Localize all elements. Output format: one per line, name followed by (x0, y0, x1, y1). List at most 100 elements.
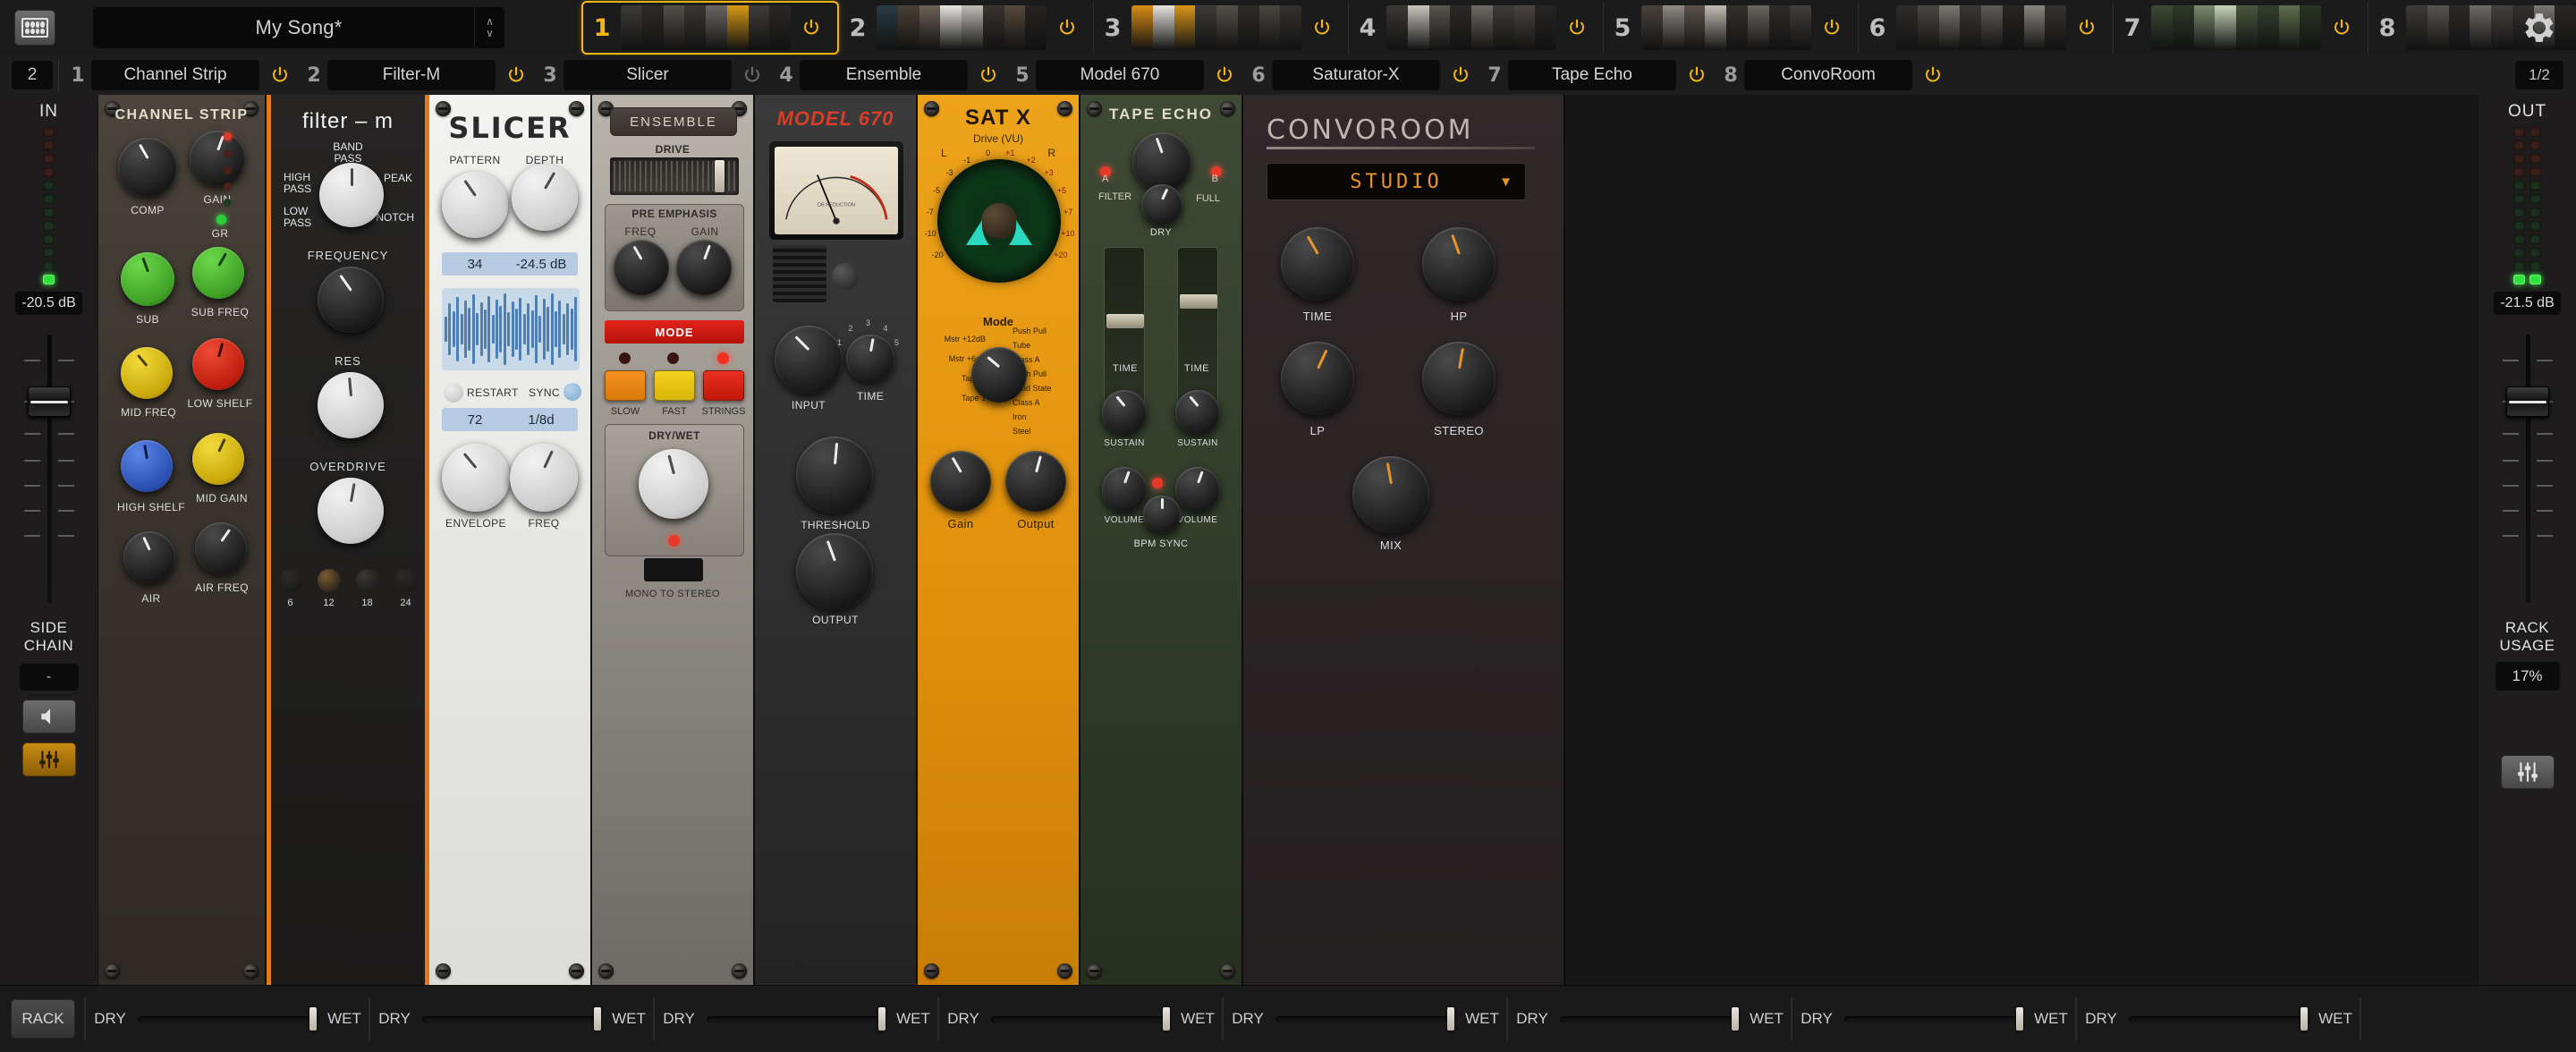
overdrive-knob[interactable] (318, 478, 384, 544)
drive-slider[interactable] (610, 157, 739, 195)
mid-gain-knob[interactable] (192, 433, 244, 485)
low-shelf-gain-knob[interactable] (121, 347, 173, 399)
dry-wet-slider-5[interactable]: DRY WET (1224, 998, 1506, 1039)
rack-tab-power-button[interactable] (1310, 16, 1334, 39)
plugin-slot-3[interactable]: 3 Slicer (537, 59, 773, 91)
input-knob[interactable] (1132, 132, 1191, 191)
pole-button-18[interactable]: 18 (355, 569, 379, 608)
dry-wet-slider-1[interactable]: DRY WET (86, 998, 369, 1039)
plugin-slot-6[interactable]: 6 Saturator-X (1245, 59, 1481, 91)
sub-freq-knob[interactable] (192, 247, 244, 299)
eq-view-button[interactable] (21, 742, 76, 776)
fader-handle[interactable] (27, 386, 71, 417)
pole-button-24[interactable]: 24 (394, 569, 418, 608)
volume-knob-left[interactable] (1102, 467, 1147, 512)
plugin-slot-power-button[interactable] (1449, 64, 1472, 87)
slicer-waveform-display[interactable] (442, 288, 580, 370)
mid-freq-knob[interactable] (121, 440, 173, 492)
sustain-knob-right[interactable] (1175, 390, 1220, 435)
rack-tab-power-button[interactable] (2330, 16, 2353, 39)
sync-toggle[interactable] (564, 383, 581, 401)
time-knob[interactable] (1281, 227, 1354, 301)
plugin-slot-8[interactable]: 8 ConvoRoom (1717, 59, 1953, 91)
mix-slider[interactable] (2129, 1007, 2308, 1031)
time-slider-right-handle[interactable] (1180, 294, 1217, 309)
dry-wet-slider-2[interactable]: DRY WET (370, 998, 653, 1039)
plugin-slot-name[interactable]: Saturator-X (1272, 60, 1440, 90)
mix-knob[interactable] (1352, 456, 1429, 533)
song-preset-selector[interactable]: My Song* ∧ ∨ (93, 7, 504, 48)
pole-button-6[interactable]: 6 (278, 569, 302, 608)
preset-display[interactable]: STUDIO ▼ (1267, 163, 1526, 200)
stereo-knob[interactable] (1422, 342, 1496, 415)
plugin-slot-power-button[interactable] (268, 64, 292, 87)
mode-button-slow[interactable] (605, 370, 646, 401)
plugin-slot-power-button[interactable] (1685, 64, 1708, 87)
fader-handle[interactable] (2505, 386, 2549, 417)
song-stepper[interactable]: ∧ ∨ (474, 7, 504, 48)
plugin-slot-name[interactable]: ConvoRoom (1744, 60, 1912, 90)
plugin-slot-power-button[interactable] (1213, 64, 1236, 87)
depth-value[interactable]: -24.5 dB (504, 252, 578, 276)
rack-tab-5[interactable]: 5 (1604, 2, 1859, 54)
threshold-knob[interactable] (796, 437, 873, 513)
mix-slider[interactable] (991, 1007, 1170, 1031)
envelope-knob[interactable] (442, 444, 510, 512)
plugin-ensemble[interactable]: ENSEMBLE DRIVE PRE EMPHASIS FREQ GAIN MO… (592, 95, 755, 985)
mode-button-fast[interactable] (654, 370, 695, 401)
res-knob[interactable] (318, 372, 384, 438)
sub-knob[interactable] (121, 252, 174, 306)
rack-tab-power-button[interactable] (1565, 16, 1589, 39)
stepper-down-icon[interactable]: ∨ (486, 28, 494, 39)
restart-value[interactable]: 72 (442, 408, 508, 431)
rack-tab-4[interactable]: 4 (1349, 2, 1604, 54)
sidechain-listen-button[interactable] (21, 700, 76, 734)
plugin-slot-1[interactable]: 1 Channel Strip (64, 59, 301, 91)
dry-wet-slider-6[interactable]: DRY WET (1508, 998, 1791, 1039)
pre-freq-knob[interactable] (614, 240, 669, 295)
rack-tab-power-button[interactable] (800, 16, 823, 39)
plugin-slot-power-button[interactable] (977, 64, 1000, 87)
mixer-view-button[interactable] (2500, 755, 2555, 789)
bpm-sync-knob[interactable] (1143, 496, 1181, 533)
plugin-channel-strip[interactable]: CHANNEL STRIP COMP GAIN GR SUB SUB FREQ … (98, 95, 267, 985)
plugin-convoroom[interactable]: CONVOROOM STUDIO ▼ TIME HP LP STEREO MIX (1243, 95, 1565, 985)
output-knob[interactable] (796, 533, 873, 610)
mix-slider-handle[interactable] (2016, 1007, 2023, 1031)
plugin-slot-power-button[interactable] (1921, 64, 1945, 87)
filter-knob[interactable] (1141, 184, 1182, 225)
mode-knob[interactable] (971, 347, 1027, 403)
plugin-filter-m[interactable]: filter – m BAND PASS HIGH PASS LOW PASS … (267, 95, 429, 985)
hp-knob[interactable] (1422, 227, 1496, 301)
pattern-knob[interactable] (442, 172, 508, 238)
mode-button-strings[interactable] (703, 370, 744, 401)
input-knob[interactable] (775, 326, 843, 394)
plugin-tape-echo[interactable]: TAPE ECHO INPUT FILTER FULL A B DRY TIME… (1080, 95, 1243, 985)
mix-slider[interactable] (138, 1007, 317, 1031)
rack-tab-6[interactable]: 6 (1859, 2, 2114, 54)
plugin-model-670[interactable]: MODEL 670 DB REDUCTION INPUT TIME 1 2 3 … (755, 95, 918, 985)
dry-wet-slider-3[interactable]: DRY WET (655, 998, 937, 1039)
output-db-readout[interactable]: -21.5 dB (2494, 292, 2561, 315)
sync-value[interactable]: 1/8d (504, 408, 578, 431)
freq-knob[interactable] (510, 444, 578, 512)
pattern-value[interactable]: 34 (442, 252, 508, 276)
output-knob[interactable] (1005, 451, 1066, 512)
rack-tab-power-button[interactable] (1055, 16, 1079, 39)
mix-slider[interactable] (707, 1007, 886, 1031)
mix-slider-handle[interactable] (594, 1007, 601, 1031)
frequency-knob[interactable] (318, 267, 384, 333)
dry-wet-slider-7[interactable]: DRY WET (1792, 998, 2075, 1039)
plugin-slot-4[interactable]: 4 Ensemble (773, 59, 1009, 91)
sidechain-source-select[interactable]: - (19, 664, 79, 691)
plugin-slot-7[interactable]: 7 Tape Echo (1481, 59, 1717, 91)
rack-tab-1[interactable]: 1 (581, 1, 839, 55)
sustain-knob-left[interactable] (1102, 390, 1147, 435)
input-db-readout[interactable]: -20.5 dB (15, 292, 82, 315)
mix-slider-handle[interactable] (878, 1007, 886, 1031)
restart-button[interactable] (444, 383, 463, 403)
air-freq-knob[interactable] (195, 522, 247, 574)
drywet-knob[interactable] (639, 449, 708, 519)
rack-tab-3[interactable]: 3 (1094, 2, 1349, 54)
filter-mode-knob[interactable] (319, 163, 384, 227)
